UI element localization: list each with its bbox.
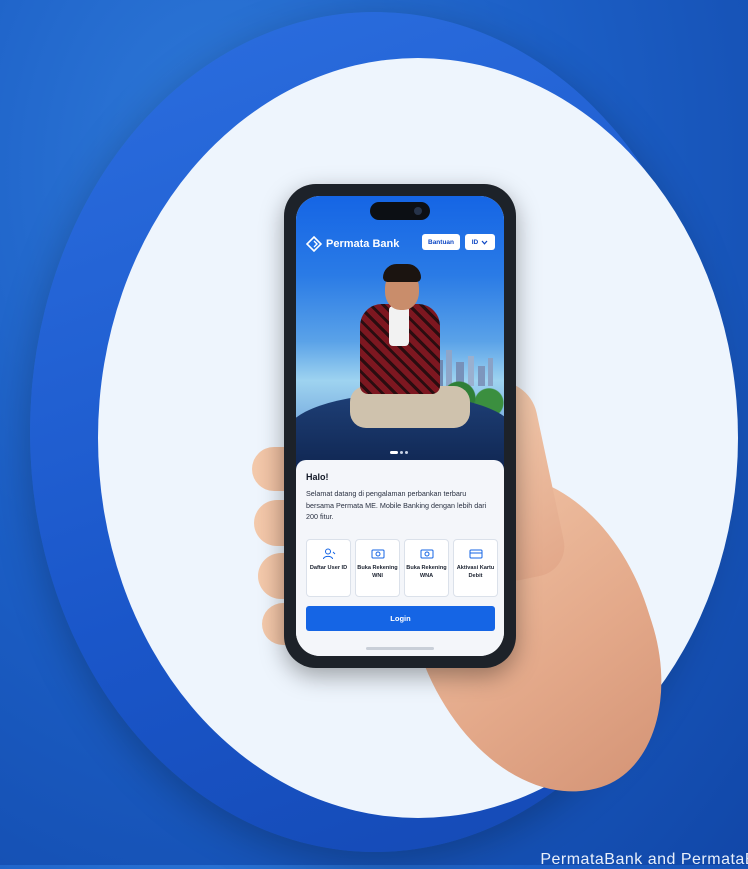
tile-register-user-id[interactable]: Daftar User ID [306, 539, 351, 597]
phone-screen: Permata Bank Bantuan ID Halo! Selamat da… [296, 196, 504, 656]
phone-device: Permata Bank Bantuan ID Halo! Selamat da… [284, 184, 516, 668]
money-icon [371, 549, 384, 559]
quick-actions: Daftar User ID Buka Rekening WNI Buka Re… [306, 539, 498, 597]
tile-open-account-wna[interactable]: Buka Rekening WNA [404, 539, 449, 597]
carousel-indicator [390, 451, 408, 454]
greeting-title: Halo! [306, 472, 329, 482]
user-add-icon [322, 548, 335, 560]
tile-activate-debit-card[interactable]: Aktivasi Kartu Debit [453, 539, 498, 597]
language-value: ID [471, 238, 479, 246]
carousel-dot[interactable] [400, 451, 403, 454]
tile-open-account-wni[interactable]: Buka Rekening WNI [355, 539, 400, 597]
language-selector[interactable]: ID [465, 234, 495, 250]
brand-logo: Permata Bank [306, 236, 399, 252]
welcome-card: Halo! Selamat datang di pengalaman perba… [296, 460, 504, 656]
help-button[interactable]: Bantuan [422, 234, 460, 250]
camera-notch [370, 202, 430, 220]
tile-label: Aktivasi Kartu Debit [456, 565, 495, 579]
home-indicator [366, 647, 434, 650]
tile-label: Buka Rekening WNI [357, 565, 398, 579]
carousel-dot[interactable] [405, 451, 408, 454]
person-tshirt [389, 306, 409, 346]
tile-label: Buka Rekening WNA [406, 565, 447, 579]
permata-logo-icon [306, 236, 322, 252]
hero-image: Permata Bank Bantuan ID [296, 196, 504, 474]
person-hair [383, 264, 421, 282]
tile-label: Daftar User ID [309, 565, 348, 571]
login-button[interactable]: Login [306, 606, 495, 631]
welcome-message: Selamat datang di pengalaman perbankan t… [306, 489, 487, 522]
brand-name: Permata Bank [326, 238, 400, 250]
chevron-down-icon [481, 240, 488, 245]
carousel-dot-active[interactable] [390, 451, 398, 454]
money-icon [420, 549, 433, 559]
background-caption: PermataBank and PermataB [540, 851, 748, 868]
card-icon [469, 549, 482, 559]
